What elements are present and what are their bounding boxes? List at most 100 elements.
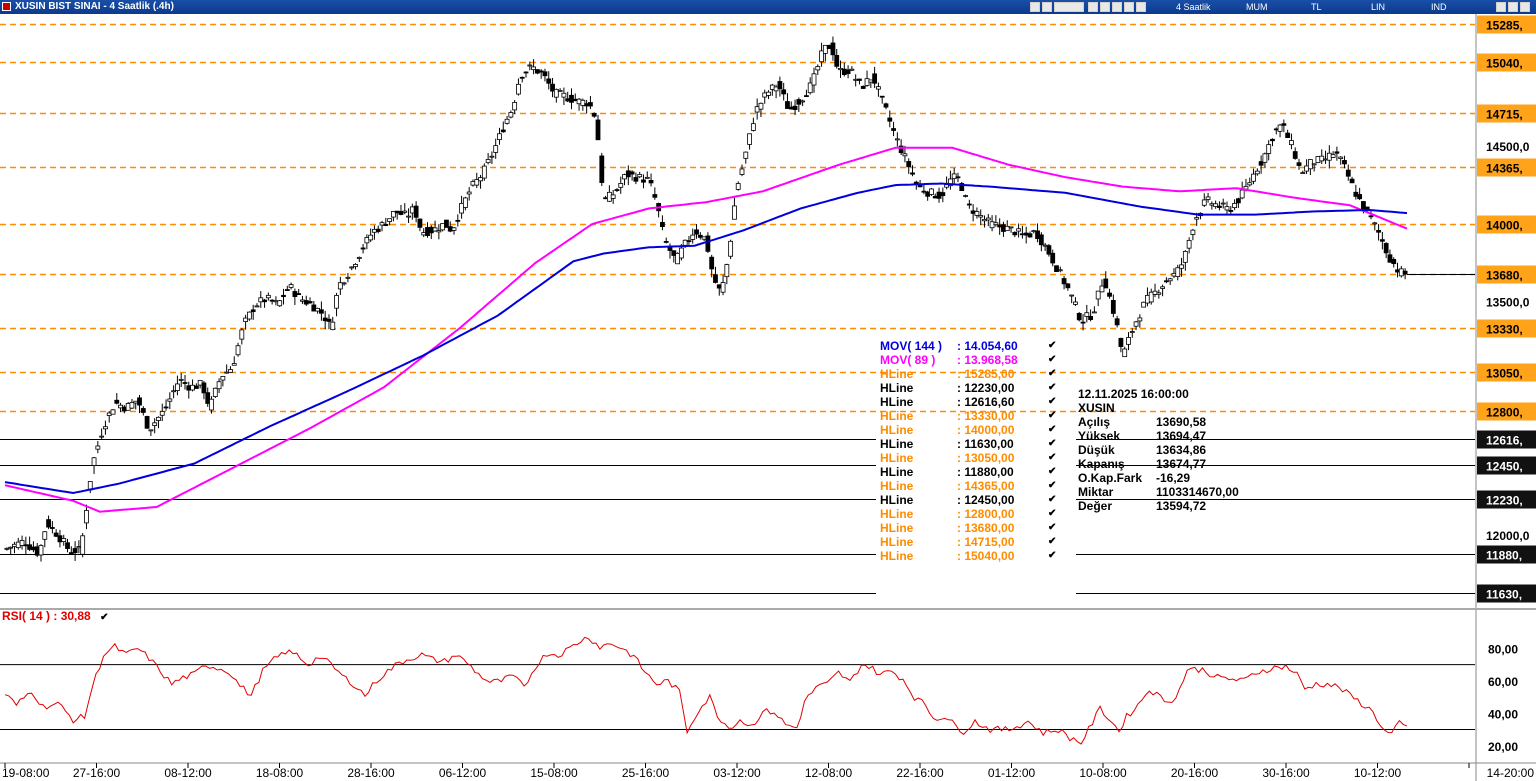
legend-hline[interactable]: HLine: 14000,00 ✔ xyxy=(880,423,1060,437)
candle-body xyxy=(660,221,665,228)
candle-body xyxy=(49,527,55,529)
legend-check-icon[interactable]: ✔ xyxy=(1048,465,1056,479)
candle-body xyxy=(720,282,726,293)
candle-body xyxy=(91,457,97,466)
legend-check-icon[interactable]: ✔ xyxy=(1048,395,1056,409)
legend-name: HLine xyxy=(880,521,914,535)
legend-hline[interactable]: HLine: 11630,00 ✔ xyxy=(880,437,1060,451)
legend-check-icon[interactable]: ✔ xyxy=(1048,507,1056,521)
legend-hline[interactable]: HLine: 13050,00 ✔ xyxy=(880,451,1060,465)
candle-body xyxy=(61,538,67,542)
level-tag-label: 15285, xyxy=(1486,19,1523,33)
candle-body xyxy=(1376,229,1381,233)
legend-value: : 12450,00 xyxy=(957,493,1015,507)
candle-body xyxy=(1342,160,1347,165)
info-value: 1103314670,00 xyxy=(1156,485,1239,499)
candle-body xyxy=(1186,239,1192,249)
candle-body xyxy=(1016,228,1022,232)
candle-body xyxy=(985,217,991,221)
legend-check-icon[interactable]: ✔ xyxy=(1048,549,1056,563)
legend-check-icon[interactable]: ✔ xyxy=(1048,437,1056,451)
legend-hline[interactable]: HLine: 15040,00 ✔ xyxy=(880,549,1060,563)
legend-hline[interactable]: HLine: 12450,00 ✔ xyxy=(880,493,1060,507)
legend-check-icon[interactable]: ✔ xyxy=(1048,493,1056,507)
legend-check-icon[interactable]: ✔ xyxy=(1048,409,1056,423)
legend-check-icon[interactable]: ✔ xyxy=(1048,451,1056,465)
legend-check-icon[interactable]: ✔ xyxy=(1048,339,1056,353)
candle-info-box: 12.11.2025 16:00:00 XUSIN Açılış 13690,58… xyxy=(1078,387,1278,513)
legend-mov144[interactable]: MOV( 144 ) : 14.054,60 ✔ xyxy=(880,339,1060,353)
rsi-check-icon[interactable]: ✔ xyxy=(100,612,108,623)
legend-hline[interactable]: HLine: 12800,00 ✔ xyxy=(880,507,1060,521)
legend-hline[interactable]: HLine: 11880,00 ✔ xyxy=(880,465,1060,479)
legend-value: : 14365,00 xyxy=(957,479,1015,493)
info-value: 13690,58 xyxy=(1156,415,1207,429)
candle-body xyxy=(1182,251,1188,263)
legend-check-icon[interactable]: ✔ xyxy=(1048,367,1056,381)
candle-body xyxy=(1126,337,1131,345)
candle-body xyxy=(910,172,915,175)
candle-body xyxy=(974,211,980,216)
info-value: 13694,47 xyxy=(1156,429,1207,443)
candle-body xyxy=(72,548,78,554)
candle-body xyxy=(800,100,806,103)
level-tag-label: 14715, xyxy=(1486,108,1523,122)
legend-hline[interactable]: HLine: 13330,00 ✔ xyxy=(880,409,1060,423)
candle-body xyxy=(542,71,548,77)
legend-name: HLine xyxy=(880,437,914,451)
candle-body xyxy=(879,95,885,98)
legend-hline[interactable]: HLine: 15285,00 ✔ xyxy=(880,367,1060,381)
rsi-line xyxy=(4,636,1408,745)
legend-value: : 14715,00 xyxy=(957,535,1015,549)
candle-body xyxy=(152,422,158,426)
legend-hline[interactable]: HLine: 14365,00 ✔ xyxy=(880,479,1060,493)
candle-body xyxy=(250,309,256,313)
level-tag-label: 13680, xyxy=(1486,269,1523,283)
legend-check-icon[interactable]: ✔ xyxy=(1048,535,1056,549)
legend-check-icon[interactable]: ✔ xyxy=(1048,479,1056,493)
legend-check-icon[interactable]: ✔ xyxy=(1048,381,1056,395)
candle-body xyxy=(637,174,643,178)
legend-name: HLine xyxy=(880,451,914,465)
candle-body xyxy=(1402,270,1408,275)
candle-body xyxy=(489,155,495,158)
legend-check-icon[interactable]: ✔ xyxy=(1048,423,1056,437)
candle-body xyxy=(46,519,51,528)
candle-body xyxy=(1349,178,1355,184)
level-tag-label: 12450, xyxy=(1486,460,1523,474)
candle-body xyxy=(318,309,324,314)
candle-body xyxy=(1133,321,1139,327)
legend-check-icon[interactable]: ✔ xyxy=(1048,521,1056,535)
legend-hline[interactable]: HLine: 12616,60 ✔ xyxy=(880,395,1060,409)
legend-hline[interactable]: HLine: 12230,00 ✔ xyxy=(880,381,1060,395)
level-tag-label: 13050, xyxy=(1486,367,1523,381)
candle-body xyxy=(781,89,787,95)
candle-body xyxy=(148,429,154,432)
legend-hline[interactable]: HLine: 14715,00 ✔ xyxy=(880,535,1060,549)
info-row: Yüksek 13694,47 xyxy=(1078,429,1278,443)
legend-hline[interactable]: HLine: 13680,00 ✔ xyxy=(880,521,1060,535)
rsi-tick-label: 40,00 xyxy=(1488,707,1518,721)
candle-body xyxy=(144,416,150,429)
info-row: Değer 13594,72 xyxy=(1078,499,1278,513)
rsi-tick-label: 80,00 xyxy=(1488,642,1518,656)
legend-name: HLine xyxy=(880,549,914,563)
legend-value: : 13.968,58 xyxy=(957,353,1018,367)
candle-body xyxy=(830,42,836,56)
legend-value: : 11880,00 xyxy=(957,465,1014,479)
rsi-legend[interactable]: RSI( 14 ) : 30,88 ✔ xyxy=(2,609,108,623)
legend-check-icon[interactable]: ✔ xyxy=(1048,353,1056,367)
candle-body xyxy=(591,112,597,117)
price-chart[interactable]: 12616, 12450, 12230, 11880, 11630, 15285, 1504… xyxy=(0,0,1536,781)
candle-body xyxy=(595,119,601,141)
candle-body xyxy=(163,406,169,409)
candle-body xyxy=(8,546,14,549)
candle-body xyxy=(156,416,161,421)
candle-body xyxy=(254,305,260,308)
candle-body xyxy=(713,274,718,283)
candle-body xyxy=(103,426,108,430)
legend-mov89[interactable]: MOV( 89 ) : 13.968,58 ✔ xyxy=(880,353,1060,367)
indicator-legend: MOV( 144 ) : 14.054,60 ✔ MOV( 89 ) : 13.… xyxy=(880,339,1060,563)
candle-body xyxy=(1110,300,1116,314)
time-tick-label: 27-16:00 xyxy=(73,766,121,780)
